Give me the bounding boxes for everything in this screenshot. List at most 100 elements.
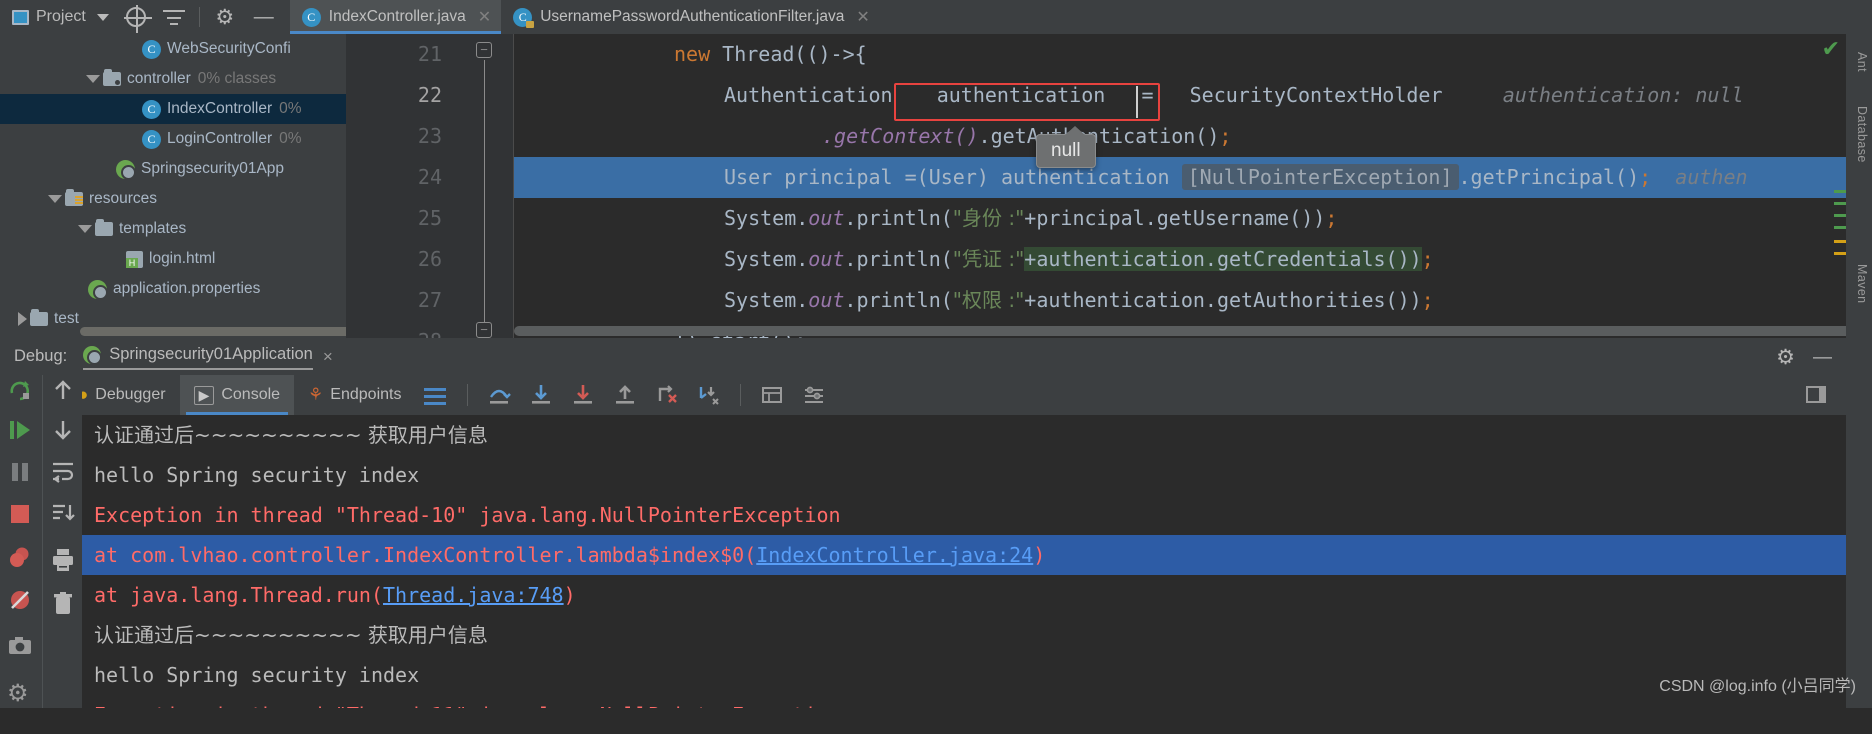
code-line-27[interactable]: System.out.println("权限 :"+authentication… xyxy=(514,280,1872,321)
editor-marker[interactable] xyxy=(1834,226,1846,229)
chevron-down-icon[interactable] xyxy=(78,225,92,233)
mute-breakpoints-icon[interactable] xyxy=(7,587,33,613)
tree-item-controller[interactable]: controller 0% classes xyxy=(0,64,346,94)
system-ref: System. xyxy=(724,206,809,230)
run-to-cursor-icon[interactable] xyxy=(697,383,721,407)
stacktrace-link[interactable]: Thread.java:748 xyxy=(383,583,564,607)
code-line-25[interactable]: System.out.println("身份 :"+principal.getU… xyxy=(514,198,1872,239)
project-dropdown-button[interactable]: Project xyxy=(0,0,117,34)
settings-gear-icon[interactable]: ⚙ xyxy=(7,681,33,707)
drop-frame-icon[interactable] xyxy=(655,383,679,407)
view-breakpoints-icon[interactable] xyxy=(7,545,33,571)
code-line-23[interactable]: .getContext().getAuthentication(); xyxy=(514,116,1872,157)
minimize-icon[interactable]: — xyxy=(1813,347,1832,369)
string-literal: "身份 :" xyxy=(952,206,1025,230)
tool-tab-ant[interactable]: Ant xyxy=(1855,52,1869,72)
console-output[interactable]: 认证通过后~~~~~~~~~~ 获取用户信息 hello Spring secu… xyxy=(82,415,1846,734)
hide-panel-icon[interactable]: — xyxy=(244,6,284,29)
project-tree-panel[interactable]: C WebSecurityConfi controller 0% classes… xyxy=(0,34,346,338)
code-text: Thread(()->{ xyxy=(722,42,867,66)
tree-item-indexcontroller[interactable]: C IndexController 0% xyxy=(0,94,346,124)
chevron-down-icon[interactable] xyxy=(96,13,109,21)
debug-session-tab[interactable]: Springsecurity01Application xyxy=(83,345,313,370)
close-icon[interactable]: ✕ xyxy=(856,7,869,27)
pause-program-icon[interactable] xyxy=(7,459,33,485)
line-number: 26 xyxy=(417,247,442,271)
code-line-22[interactable]: Authentication authentication = Security… xyxy=(514,75,1872,116)
settings-icon[interactable] xyxy=(802,383,826,407)
inspection-ok-icon[interactable]: ✔ xyxy=(1822,36,1840,62)
tab-endpoints[interactable]: ⚘ Endpoints xyxy=(294,375,415,415)
step-out-icon[interactable] xyxy=(613,383,637,407)
tree-item-login-html[interactable]: login.html xyxy=(0,244,346,274)
tree-item-application-properties[interactable]: application.properties xyxy=(0,274,346,304)
editor-marker[interactable] xyxy=(1834,214,1846,217)
semicolon: ; xyxy=(1421,247,1434,271)
tool-tab-database[interactable]: Database xyxy=(1855,106,1869,163)
code-line-24[interactable]: User principal =(User) authentication [N… xyxy=(514,157,1872,198)
tree-item-springsecurity-app[interactable]: Springsecurity01App xyxy=(0,154,346,184)
chevron-down-icon[interactable] xyxy=(48,195,62,203)
soft-wrap-icon[interactable] xyxy=(50,459,76,485)
editor-marker-warning[interactable] xyxy=(1834,252,1846,255)
chevron-right-icon[interactable] xyxy=(18,312,27,326)
value-tooltip: null xyxy=(1036,126,1096,168)
editor-marker[interactable] xyxy=(1834,190,1846,193)
tab-label: Endpoints xyxy=(330,386,402,403)
code-fold-toggle[interactable]: − xyxy=(476,322,492,338)
console-line-stacktrace[interactable]: at com.lvhao.controller.IndexController.… xyxy=(82,535,1846,575)
collapse-all-icon[interactable] xyxy=(161,4,187,30)
tree-item-websecurityconfig[interactable]: C WebSecurityConfi xyxy=(0,34,346,64)
editor-marker-warning[interactable] xyxy=(1834,240,1846,243)
step-over-icon[interactable] xyxy=(487,383,512,407)
code-line-26[interactable]: System.out.println("凭证 :"+authentication… xyxy=(514,239,1872,280)
locate-icon[interactable] xyxy=(123,4,152,33)
idea-window: Project ⚙ — C IndexController.java ✕ C U… xyxy=(0,0,1872,734)
print-icon[interactable] xyxy=(50,547,76,573)
tool-tab-maven[interactable]: Maven xyxy=(1855,264,1869,304)
editor-glyph-margin[interactable] xyxy=(456,34,514,338)
tab-console[interactable]: ▶ Console xyxy=(179,375,295,415)
settings-gear-icon[interactable]: ⚙ xyxy=(212,4,238,30)
tree-item-logincontroller[interactable]: C LoginController 0% xyxy=(0,124,346,154)
console-line: hello Spring security index xyxy=(94,463,420,487)
evaluate-expression-icon[interactable] xyxy=(760,383,784,407)
gear-icon[interactable]: ⚙ xyxy=(1776,345,1795,370)
chevron-down-icon[interactable] xyxy=(86,75,100,83)
scroll-to-end-icon[interactable] xyxy=(50,501,76,527)
tree-item-resources[interactable]: resources xyxy=(0,184,346,214)
code-line-21[interactable]: new Thread(()->{ xyxy=(514,34,1872,75)
screenshot-icon[interactable] xyxy=(7,633,33,659)
console-line-stacktrace[interactable]: at java.lang.Thread.run(Thread.java:748) xyxy=(82,575,1846,615)
layout-icon[interactable] xyxy=(424,383,448,407)
close-session-icon[interactable]: × xyxy=(323,347,333,367)
variable-authentication-ref: authentication xyxy=(1000,165,1170,189)
class-securitycontextholder: SecurityContextHolder xyxy=(1189,83,1443,107)
debug-tab-bar: ● Debugger ▶ Console ⚘ Endpoints xyxy=(0,375,1846,415)
concat-expression-highlighted: +authentication.getCredentials()) xyxy=(1024,247,1422,271)
stop-program-icon[interactable] xyxy=(7,501,33,527)
code-editor[interactable]: 21 22 23 24 25 26 27 28 − − new Thread((… xyxy=(346,34,1872,338)
editor-marker[interactable] xyxy=(1834,202,1846,205)
force-step-into-icon[interactable] xyxy=(571,383,595,407)
scroll-down-icon[interactable] xyxy=(50,417,76,443)
line-number: 28 xyxy=(346,321,442,338)
restore-layout-icon[interactable] xyxy=(1804,383,1828,412)
rerun-icon[interactable] xyxy=(7,377,33,403)
resume-program-icon[interactable] xyxy=(7,417,33,443)
stacktrace-link[interactable]: IndexController.java:24 xyxy=(756,543,1033,567)
editor-code-area[interactable]: new Thread(()->{ Authentication authenti… xyxy=(514,34,1872,338)
close-icon[interactable]: ✕ xyxy=(478,7,491,27)
tab-index-controller[interactable]: C IndexController.java ✕ xyxy=(289,0,502,34)
tree-item-templates[interactable]: templates xyxy=(0,214,346,244)
line-number: 27 xyxy=(417,288,442,312)
operator-equals: = xyxy=(1141,83,1154,107)
code-fold-toggle[interactable]: − xyxy=(476,42,492,58)
editor-horizontal-scrollbar[interactable] xyxy=(514,326,1854,336)
scroll-up-icon[interactable] xyxy=(50,377,76,403)
step-into-icon[interactable] xyxy=(529,383,553,407)
tree-horizontal-scrollbar[interactable] xyxy=(80,327,346,336)
tab-username-password-filter[interactable]: C UsernamePasswordAuthenticationFilter.j… xyxy=(501,0,880,34)
stacktrace-text: at java.lang.Thread.run( xyxy=(94,583,383,607)
clear-all-icon[interactable] xyxy=(50,591,76,617)
